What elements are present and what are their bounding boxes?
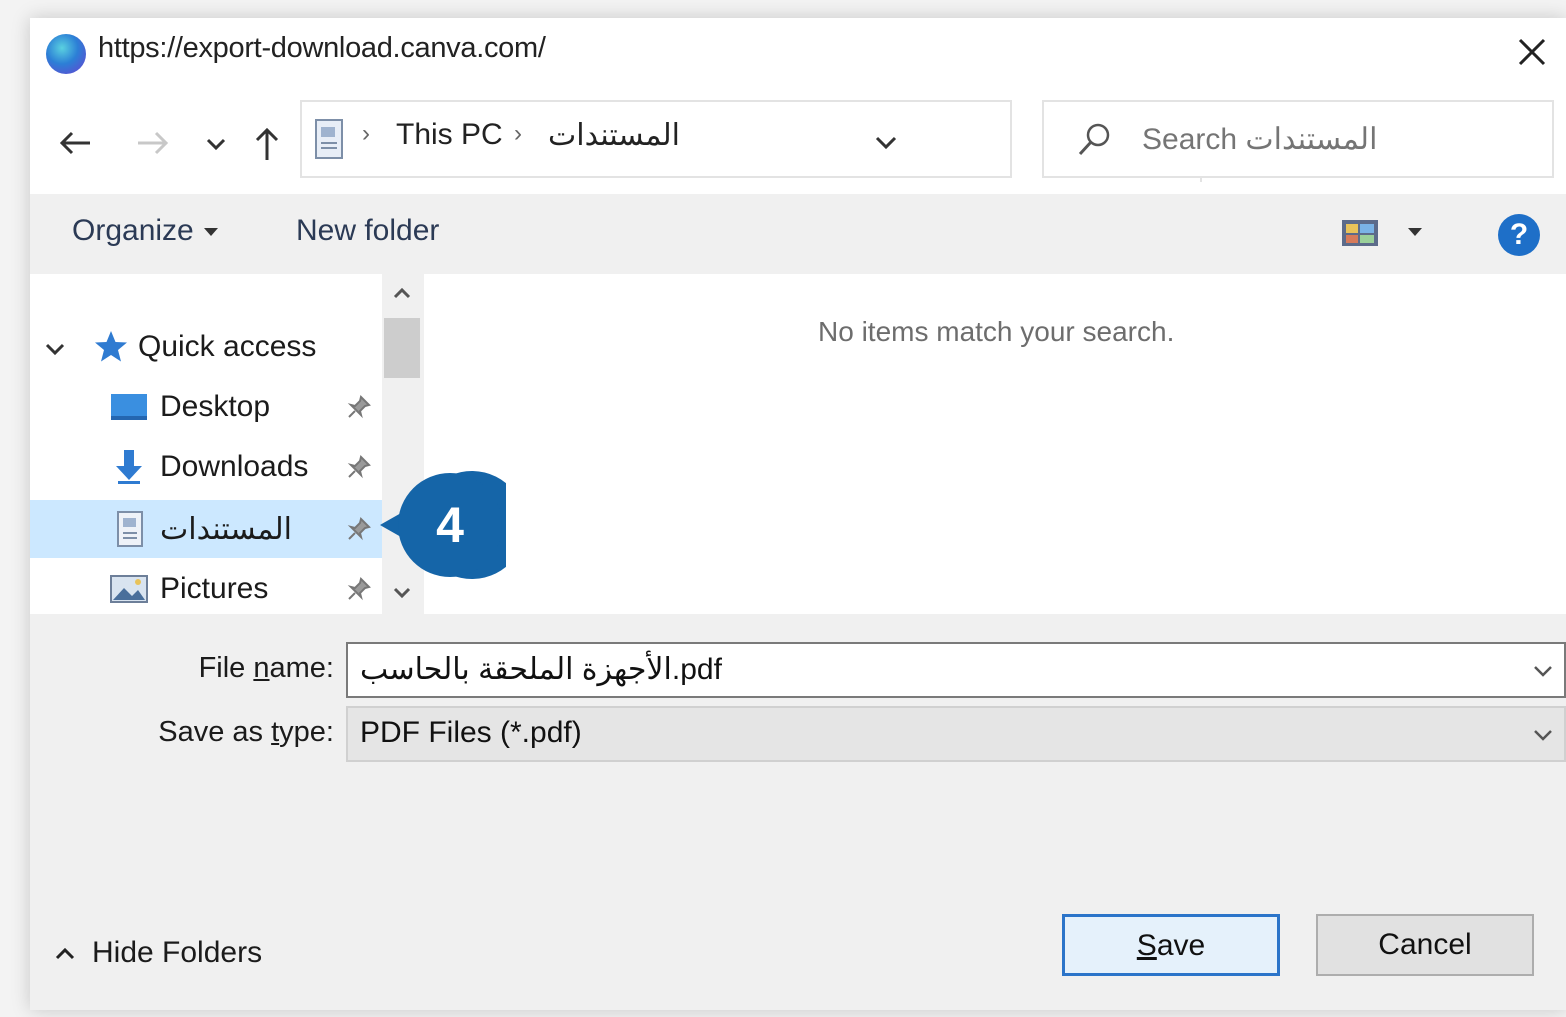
scroll-up-icon[interactable]	[390, 282, 414, 306]
pin-icon[interactable]	[346, 516, 372, 542]
cancel-button[interactable]: Cancel	[1316, 914, 1534, 976]
back-button[interactable]	[50, 118, 100, 168]
save-type-label: Save as type:	[158, 716, 334, 748]
star-icon	[95, 331, 127, 362]
navigation-pane: Quick access Desktop Downloads المستندات…	[30, 274, 382, 614]
save-options-panel: File name: الأجهزة الملحقة بالحاسب.pdf S…	[30, 614, 1566, 1010]
scroll-down-icon[interactable]	[390, 580, 414, 604]
file-name-label: File name:	[198, 652, 334, 684]
up-arrow-icon	[255, 127, 279, 160]
sidebar-item-downloads[interactable]: Downloads	[30, 438, 382, 496]
window-title: https://export-download.canva.com/	[98, 32, 546, 64]
callout-number: 4	[436, 497, 464, 553]
breadcrumb-documents[interactable]: المستندات	[548, 118, 680, 153]
forward-button[interactable]	[128, 118, 178, 168]
sidebar-item-label: Downloads	[160, 450, 309, 483]
document-icon	[315, 119, 343, 159]
save-button[interactable]: Save	[1062, 914, 1280, 976]
file-name-value: الأجهزة الملحقة بالحاسب.pdf	[360, 653, 722, 686]
search-box[interactable]	[1042, 100, 1554, 178]
view-options-icon[interactable]	[1340, 218, 1380, 248]
sidebar-item-label: Quick access	[138, 330, 317, 363]
scroll-thumb[interactable]	[384, 318, 420, 378]
sidebar-item-label: Desktop	[160, 390, 271, 423]
sidebar-item-label: المستندات	[160, 513, 293, 546]
file-list[interactable]: No items match your search.	[422, 274, 1566, 614]
hide-folders-label: Hide Folders	[92, 936, 263, 969]
new-folder-button[interactable]: New folder	[296, 214, 439, 248]
forward-arrow-icon	[138, 131, 169, 155]
breadcrumb-this-pc[interactable]: This PC	[396, 118, 503, 152]
chevron-up-icon	[55, 947, 75, 960]
save-dialog: https://export-download.canva.com/ › Thi…	[30, 18, 1566, 1010]
chevron-down-icon	[1534, 730, 1552, 741]
back-arrow-icon	[59, 131, 90, 155]
chevron-down-icon[interactable]	[868, 124, 904, 160]
search-input[interactable]	[1140, 116, 1544, 164]
chevron-down-icon	[206, 138, 226, 151]
close-icon	[1518, 38, 1546, 66]
sidebar-item-quick-access[interactable]: Quick access	[30, 318, 382, 376]
sidebar-item-pictures[interactable]: Pictures	[30, 560, 382, 618]
step-callout-badge: 4	[380, 471, 506, 579]
help-icon[interactable]: ?	[1498, 214, 1540, 256]
recent-locations-button[interactable]	[198, 118, 234, 168]
caret-down-icon	[203, 228, 218, 237]
view-options-dropdown[interactable]	[1408, 228, 1422, 236]
file-name-field[interactable]: الأجهزة الملحقة بالحاسب.pdf	[346, 642, 1566, 698]
breadcrumb-separator-icon: ›	[362, 120, 370, 147]
sidebar-item-desktop[interactable]: Desktop	[30, 378, 382, 436]
search-icon	[1078, 123, 1110, 156]
chevron-down-icon[interactable]	[1530, 658, 1556, 684]
organize-label: Organize	[72, 214, 194, 247]
navigation-bar: › This PC › المستندات	[30, 98, 1566, 198]
hide-folders-button[interactable]: Hide Folders	[52, 936, 262, 970]
document-icon	[117, 511, 143, 547]
pictures-icon	[110, 575, 148, 603]
save-type-select[interactable]: PDF Files (*.pdf)	[346, 706, 1566, 762]
address-bar[interactable]: › This PC › المستندات	[300, 100, 1259, 182]
canva-site-icon	[46, 34, 86, 74]
pin-icon[interactable]	[346, 454, 372, 480]
up-button[interactable]	[242, 118, 292, 168]
pin-icon[interactable]	[346, 394, 372, 420]
sidebar-item-documents[interactable]: المستندات	[30, 500, 382, 558]
empty-message: No items match your search.	[818, 316, 1175, 347]
desktop-icon	[111, 394, 147, 420]
save-type-value: PDF Files (*.pdf)	[360, 716, 582, 749]
download-icon	[116, 450, 142, 484]
chevron-down-icon[interactable]	[42, 336, 68, 362]
sidebar-item-label: Pictures	[160, 572, 269, 605]
close-button[interactable]	[1508, 28, 1556, 76]
title-bar: https://export-download.canva.com/	[30, 18, 1566, 98]
organize-menu[interactable]: Organize	[72, 214, 218, 248]
command-toolbar: Organize New folder ?	[30, 194, 1566, 274]
breadcrumb-separator-icon: ›	[514, 120, 522, 147]
pin-icon[interactable]	[346, 576, 372, 602]
